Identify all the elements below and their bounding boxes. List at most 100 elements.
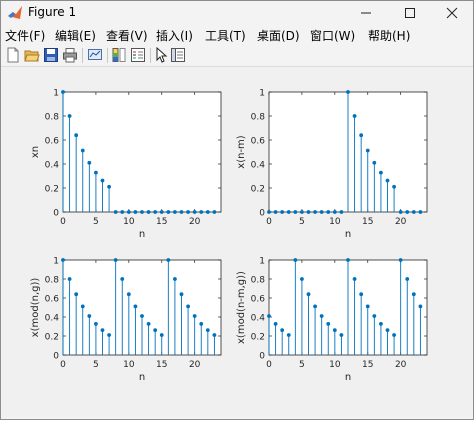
x-tick-label: 15	[362, 360, 373, 370]
x-tick-label: 20	[189, 360, 201, 370]
y-tick-label: 0.2	[251, 333, 265, 343]
y-tick-label: 0.4	[45, 161, 60, 171]
stem-marker	[192, 314, 197, 318]
stem-marker	[273, 210, 278, 214]
stem-marker	[100, 328, 105, 333]
insert-colorbar-icon[interactable]	[111, 47, 127, 63]
stem-marker	[326, 210, 331, 214]
stem-marker	[352, 277, 357, 281]
stem-marker	[313, 304, 317, 309]
stem-marker	[313, 210, 317, 214]
link-plot-icon[interactable]	[87, 47, 103, 63]
stem-marker	[61, 90, 65, 94]
stem-marker	[133, 210, 138, 214]
stem-marker	[359, 133, 364, 138]
y-tick-label: 0	[259, 209, 265, 219]
save-icon[interactable]	[43, 47, 59, 63]
menu-file[interactable]: 文件(F)	[5, 27, 45, 44]
stem-marker	[339, 210, 344, 214]
stem-marker	[418, 210, 423, 214]
stem-marker	[372, 160, 377, 165]
stem-marker	[133, 304, 138, 309]
toolbar-separator	[82, 48, 83, 63]
stem-marker	[332, 210, 337, 214]
x-axis-label: n	[345, 229, 351, 240]
menu-bar: 文件(F) 编辑(E) 查看(V) 插入(I) 工具(T) 桌面(D) 窗口(W…	[1, 25, 473, 44]
stem-marker	[267, 314, 271, 318]
x-tick-label: 15	[156, 360, 167, 370]
y-tick-label: 1	[53, 89, 59, 99]
menu-edit[interactable]: 编辑(E)	[55, 27, 96, 44]
stem-marker	[332, 328, 337, 333]
stem-marker	[166, 210, 171, 214]
x-tick-label: 0	[266, 217, 272, 227]
stem-marker	[379, 321, 383, 326]
toolbar-separator	[150, 48, 151, 63]
print-icon[interactable]	[62, 47, 78, 63]
stem-marker	[385, 178, 390, 183]
x-tick-label: 10	[123, 360, 135, 370]
property-inspector-icon[interactable]	[170, 47, 186, 63]
x-tick-label: 20	[395, 360, 407, 370]
stem-marker	[87, 314, 92, 318]
stem-marker	[293, 258, 298, 262]
stem-marker	[359, 292, 364, 297]
stem-marker	[199, 210, 204, 214]
stem-marker	[74, 292, 79, 297]
title-bar: Figure 1	[1, 1, 473, 25]
y-tick-label: 0.8	[251, 276, 266, 286]
y-tick-label: 0.4	[45, 314, 60, 324]
y-tick-label: 0.8	[45, 276, 60, 286]
stem-marker	[212, 333, 217, 337]
stem-marker	[80, 148, 85, 153]
stem-marker	[67, 114, 72, 118]
y-tick-label: 0.2	[251, 185, 265, 195]
stem-marker	[306, 292, 311, 297]
stem-marker	[113, 258, 118, 262]
x-axis-label: n	[139, 372, 145, 383]
x-axis-label: n	[345, 372, 351, 383]
window-title: Figure 1	[28, 5, 77, 19]
menu-help[interactable]: 帮助(H)	[368, 27, 410, 44]
stem-marker	[107, 333, 111, 337]
stem-marker	[286, 333, 291, 337]
stem-marker	[339, 333, 344, 337]
stem-marker	[398, 258, 403, 262]
menu-desktop[interactable]: 桌面(D)	[257, 27, 300, 44]
menu-tools[interactable]: 工具(T)	[205, 27, 246, 44]
stem-marker	[293, 210, 298, 214]
stem-marker	[94, 321, 98, 326]
y-tick-label: 0.4	[251, 161, 266, 171]
open-file-icon[interactable]	[24, 47, 40, 63]
x-tick-label: 15	[156, 217, 167, 227]
stem-marker	[107, 184, 111, 189]
close-button[interactable]	[431, 1, 473, 25]
stem-marker	[186, 210, 190, 214]
y-axis-label: x(mod(n,g))	[30, 278, 41, 338]
matlab-logo-icon	[8, 6, 22, 19]
minimize-button[interactable]	[345, 1, 387, 25]
stem-marker	[120, 277, 125, 281]
stem-marker	[126, 210, 131, 214]
menu-view[interactable]: 查看(V)	[106, 27, 148, 44]
insert-legend-icon[interactable]	[130, 47, 146, 63]
x-tick-label: 5	[299, 217, 305, 227]
minimize-icon	[361, 12, 371, 14]
stem-marker	[267, 210, 271, 214]
y-tick-label: 1	[53, 257, 59, 267]
stem-marker	[280, 328, 285, 333]
y-tick-label: 0.4	[251, 314, 266, 324]
y-tick-label: 0.6	[45, 137, 60, 147]
menu-insert[interactable]: 插入(I)	[156, 27, 193, 44]
stem-marker	[372, 314, 377, 318]
x-tick-label: 5	[299, 360, 305, 370]
stem-marker	[146, 321, 151, 326]
edit-plot-arrow-icon[interactable]	[153, 47, 169, 63]
maximize-button[interactable]	[389, 1, 431, 25]
stem-marker	[159, 210, 164, 214]
menu-window[interactable]: 窗口(W)	[310, 27, 355, 44]
stem-marker	[126, 292, 131, 297]
x-tick-label: 15	[362, 217, 373, 227]
x-tick-label: 0	[60, 217, 66, 227]
new-figure-icon[interactable]	[5, 47, 21, 63]
